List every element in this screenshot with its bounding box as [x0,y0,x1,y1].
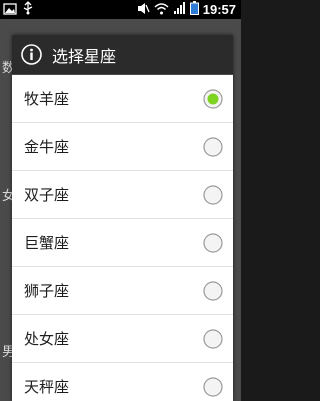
list-item[interactable]: 金牛座 [12,123,233,171]
zodiac-dialog: 选择星座 牧羊座 金牛座 双子座 巨蟹座 狮子座 处女座 天秤座 [12,35,233,401]
list-item[interactable]: 双子座 [12,171,233,219]
radio-unselected-icon[interactable] [203,184,223,205]
photo-icon [3,0,17,19]
radio-selected-icon[interactable] [203,88,223,109]
item-label: 双子座 [24,186,70,204]
dialog-title: 选择星座 [52,46,117,66]
radio-unselected-icon[interactable] [203,376,223,397]
screen: 19:57 数 女 男 选择星座 牧羊座 金牛座 双子座 巨蟹座 狮子座 处女座… [0,0,241,401]
item-label: 金牛座 [24,138,70,156]
info-icon [21,44,42,65]
battery-icon [189,0,199,19]
radio-unselected-icon[interactable] [203,136,223,157]
signal-icon [173,0,186,19]
mute-icon [137,0,150,19]
list-item[interactable]: 巨蟹座 [12,219,233,267]
usb-debug-icon [21,0,35,19]
item-label: 巨蟹座 [24,234,70,252]
item-label: 天秤座 [24,378,70,396]
list-item[interactable]: 狮子座 [12,267,233,315]
dialog-header: 选择星座 [12,35,233,75]
item-label: 处女座 [24,330,70,348]
zodiac-list: 牧羊座 金牛座 双子座 巨蟹座 狮子座 处女座 天秤座 [12,75,233,401]
item-label: 牧羊座 [24,90,70,108]
status-time: 19:57 [202,2,236,17]
wifi-icon [154,0,169,19]
list-item[interactable]: 处女座 [12,315,233,363]
radio-unselected-icon[interactable] [203,328,223,349]
list-item[interactable]: 牧羊座 [12,75,233,123]
item-label: 狮子座 [24,282,70,300]
radio-unselected-icon[interactable] [203,232,223,253]
list-item[interactable]: 天秤座 [12,363,233,401]
status-left [0,0,35,19]
radio-unselected-icon[interactable] [203,280,223,301]
status-bar: 19:57 [0,0,241,19]
status-right: 19:57 [137,0,241,19]
